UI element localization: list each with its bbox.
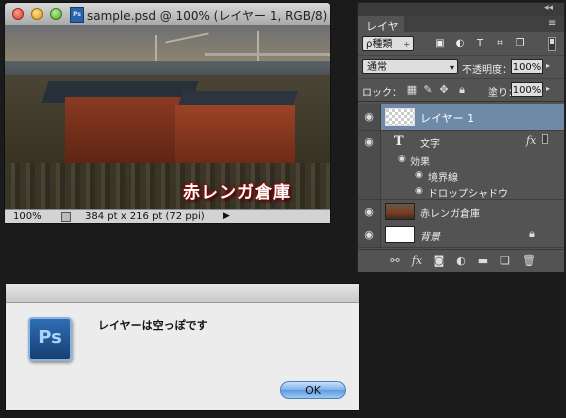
- link-icon[interactable]: ⚯: [388, 254, 402, 268]
- opacity-label: 不透明度：: [462, 65, 512, 76]
- document-status-icon: [61, 212, 71, 222]
- brick-warehouse-1: [65, 97, 185, 167]
- panel-tab-bar: [404, 16, 564, 32]
- stroke-eye-icon[interactable]: ◉: [415, 170, 423, 180]
- layer-row-layer1[interactable]: ◉ レイヤー 1: [358, 104, 564, 131]
- adjustment-filter-icon[interactable]: ◐: [454, 38, 466, 49]
- opacity-input[interactable]: 100%: [511, 59, 543, 74]
- document-status-bar: 100% 384 pt x 216 pt (72 ppi) ▶: [5, 209, 330, 223]
- pixel-filter-icon[interactable]: ▣: [434, 38, 446, 49]
- layers-panel-footer: ⚯ fx ◙ ◐ ▬ ❏ 🗑︎: [358, 249, 564, 272]
- type-layer-icon: T: [394, 134, 404, 149]
- lock-transparency-icon[interactable]: ▦: [406, 83, 418, 96]
- smart-object-filter-icon[interactable]: ❐: [514, 38, 526, 49]
- visibility-eye-icon[interactable]: ◉: [358, 205, 380, 218]
- minimize-window-button[interactable]: [31, 8, 43, 20]
- fx-icon[interactable]: fx: [410, 254, 424, 268]
- collapse-panel-icon[interactable]: ◂◂: [544, 3, 553, 13]
- filter-kind-label: ρ種類: [366, 39, 393, 50]
- tab-layers[interactable]: レイヤー: [358, 16, 404, 49]
- layer-row-warehouse[interactable]: ◉ 赤レンガ倉庫: [358, 199, 564, 224]
- layer-name[interactable]: レイヤー 1: [420, 110, 474, 126]
- effect-drop-shadow[interactable]: ドロップシャドウ: [428, 185, 508, 200]
- chevron-down-icon: ▾: [449, 63, 454, 72]
- trash-icon[interactable]: 🗑︎: [522, 254, 536, 268]
- document-window: Ps sample.psd @ 100% (レイヤー 1, RGB/8) 赤レン…: [4, 2, 331, 224]
- lock-pixels-icon[interactable]: ✎: [422, 83, 434, 96]
- fill-slider-arrow-icon[interactable]: ▸: [546, 84, 550, 93]
- dialog-title-bar[interactable]: [6, 284, 359, 303]
- visibility-eye-icon[interactable]: ◉: [358, 110, 380, 123]
- image-canvas[interactable]: 赤レンガ倉庫: [5, 25, 330, 209]
- crane-mast-2: [257, 31, 259, 65]
- filter-kind-select[interactable]: ρ種類 ÷: [362, 36, 414, 51]
- alert-dialog: Ps レイヤーは空っぽです OK: [5, 283, 360, 411]
- brick-warehouse-2: [175, 105, 295, 167]
- visibility-eye-icon[interactable]: ◉: [358, 228, 380, 241]
- layer-row-background[interactable]: ◉ 背景 🔒︎: [358, 223, 564, 248]
- layer-name[interactable]: 赤レンガ倉庫: [420, 205, 480, 220]
- layers-panel: ◂◂ レイヤー ≡ ρ種類 ÷ ▣ ◐ T ⌗ ❐ 通常 ▾ 不透明度： 100…: [357, 2, 565, 272]
- zoom-level[interactable]: 100%: [13, 211, 42, 222]
- fill-input[interactable]: 100%: [511, 82, 543, 97]
- layer-name[interactable]: 文字: [420, 135, 440, 150]
- status-menu-arrow-icon[interactable]: ▶: [223, 211, 230, 221]
- fx-badge-icon[interactable]: fx: [526, 134, 536, 147]
- layer-lock-icon: 🔒︎: [529, 227, 535, 240]
- select-arrow-icon: ÷: [403, 40, 410, 49]
- canvas-water: [5, 61, 330, 75]
- layer-thumbnail-transparent[interactable]: [385, 108, 415, 126]
- layer-name[interactable]: 背景: [420, 228, 440, 243]
- blend-mode-value: 通常: [367, 62, 387, 73]
- bay-bridge: [205, 53, 330, 56]
- folder-icon[interactable]: ▬: [476, 254, 490, 268]
- dialog-message: レイヤーは空っぽです: [98, 319, 208, 332]
- effects-eye-icon[interactable]: ◉: [398, 154, 406, 164]
- psd-file-icon: Ps: [70, 7, 84, 23]
- ok-button[interactable]: OK: [280, 381, 346, 399]
- close-window-button[interactable]: [12, 8, 24, 20]
- panel-menu-icon[interactable]: ≡: [548, 18, 556, 29]
- zoom-window-button[interactable]: [50, 8, 62, 20]
- filter-row: ρ種類 ÷ ▣ ◐ T ⌗ ❐: [358, 33, 564, 56]
- lock-label: ロック：: [362, 88, 402, 99]
- panel-top-bar[interactable]: ◂◂: [358, 3, 564, 16]
- blend-mode-select[interactable]: 通常 ▾: [362, 59, 458, 74]
- layer-thumbnail-photo[interactable]: [385, 203, 415, 220]
- lock-all-icon[interactable]: 🔒︎: [456, 83, 468, 96]
- document-title-bar[interactable]: Ps sample.psd @ 100% (レイヤー 1, RGB/8): [5, 3, 330, 26]
- blend-row: 通常 ▾ 不透明度： 100% ▸: [358, 56, 564, 79]
- filter-toggle[interactable]: [548, 37, 556, 51]
- canvas-caption-text: 赤レンガ倉庫: [183, 183, 291, 203]
- app-icon-text: Ps: [38, 327, 62, 348]
- photoshop-app-icon: Ps: [28, 317, 72, 361]
- layer-thumbnail-white[interactable]: [385, 226, 415, 243]
- opacity-slider-arrow-icon[interactable]: ▸: [546, 61, 550, 70]
- effect-stroke[interactable]: 境界線: [428, 169, 458, 184]
- expand-effects-icon[interactable]: [542, 134, 548, 144]
- lock-row: ロック： ▦ ✎ ✥ 🔒︎ 塗り： 100% ▸: [358, 79, 564, 102]
- visibility-eye-icon[interactable]: ◉: [358, 135, 380, 148]
- shape-filter-icon[interactable]: ⌗: [494, 38, 506, 49]
- document-info: 384 pt x 216 pt (72 ppi): [85, 211, 205, 222]
- type-filter-icon[interactable]: T: [474, 38, 486, 49]
- lock-position-icon[interactable]: ✥: [438, 83, 450, 96]
- drop-shadow-eye-icon[interactable]: ◉: [415, 186, 423, 196]
- adjustment-icon[interactable]: ◐: [454, 254, 468, 268]
- effects-label[interactable]: 効果: [410, 153, 430, 168]
- mask-icon[interactable]: ◙: [432, 254, 446, 268]
- new-layer-icon[interactable]: ❏: [498, 254, 512, 268]
- document-title: sample.psd @ 100% (レイヤー 1, RGB/8): [87, 9, 328, 23]
